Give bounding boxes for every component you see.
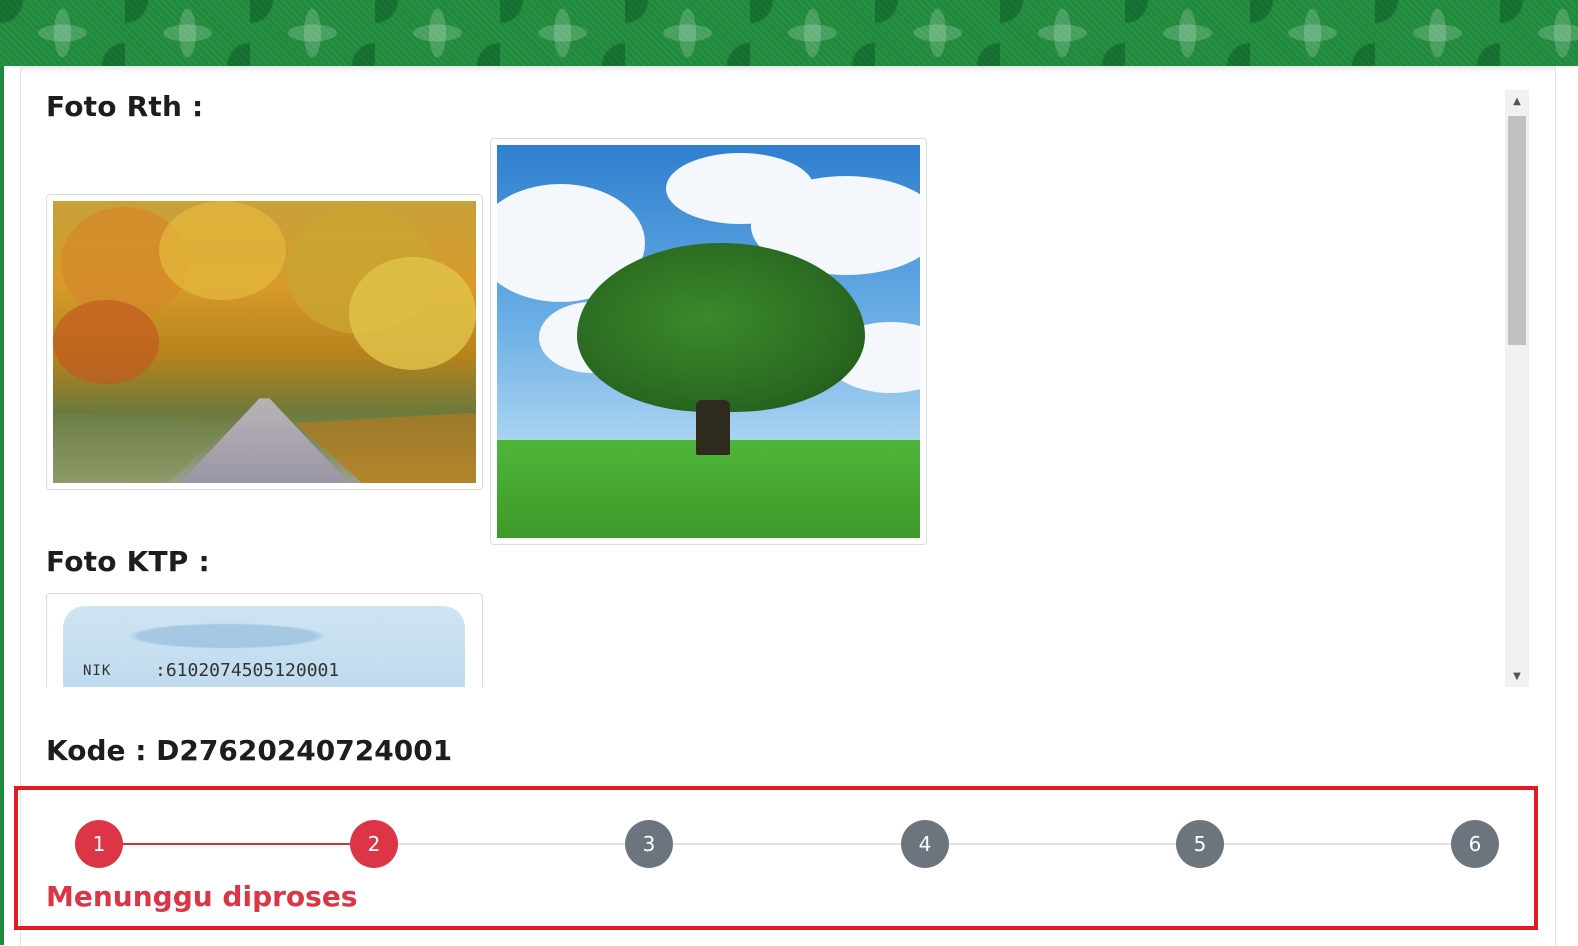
- photo-scroll-area[interactable]: Foto Rth : Foto KTP : NIK:6102074505120…: [46, 90, 1530, 687]
- vertical-scrollbar[interactable]: ▲ ▼: [1505, 90, 1529, 687]
- left-accent-stripe: [0, 66, 4, 945]
- step-1: 1: [75, 820, 123, 868]
- ktp-nik-value: :6102074505120001: [155, 660, 340, 681]
- scroll-thumb[interactable]: [1508, 116, 1526, 345]
- step-2: 2: [350, 820, 398, 868]
- scroll-up-icon[interactable]: ▲: [1505, 90, 1529, 112]
- step-4: 4: [901, 820, 949, 868]
- progress-tracker: 1 2 3 4 5 6 Menunggu diproses: [14, 786, 1538, 930]
- ktp-card-image: NIK :6102074505120001: [53, 600, 476, 687]
- status-label: Menunggu diproses: [46, 880, 358, 913]
- foto-rth-heading: Foto Rth :: [46, 90, 204, 123]
- step-3: 3: [625, 820, 673, 868]
- header-banner: [0, 0, 1578, 66]
- ktp-nik-label: NIK: [83, 663, 112, 679]
- foto-ktp-heading: Foto KTP :: [46, 545, 210, 578]
- ktp-photo[interactable]: NIK :6102074505120001: [46, 593, 483, 687]
- rth-photo-1[interactable]: [46, 194, 483, 490]
- rth-photo-2[interactable]: [490, 138, 927, 545]
- scroll-down-icon[interactable]: ▼: [1505, 665, 1529, 687]
- autumn-road-image: [53, 201, 476, 483]
- step-6: 6: [1451, 820, 1499, 868]
- kode-heading: Kode : D27620240724001: [46, 734, 453, 767]
- step-5: 5: [1176, 820, 1224, 868]
- green-tree-image: [497, 145, 920, 538]
- progress-line-done: [102, 843, 378, 845]
